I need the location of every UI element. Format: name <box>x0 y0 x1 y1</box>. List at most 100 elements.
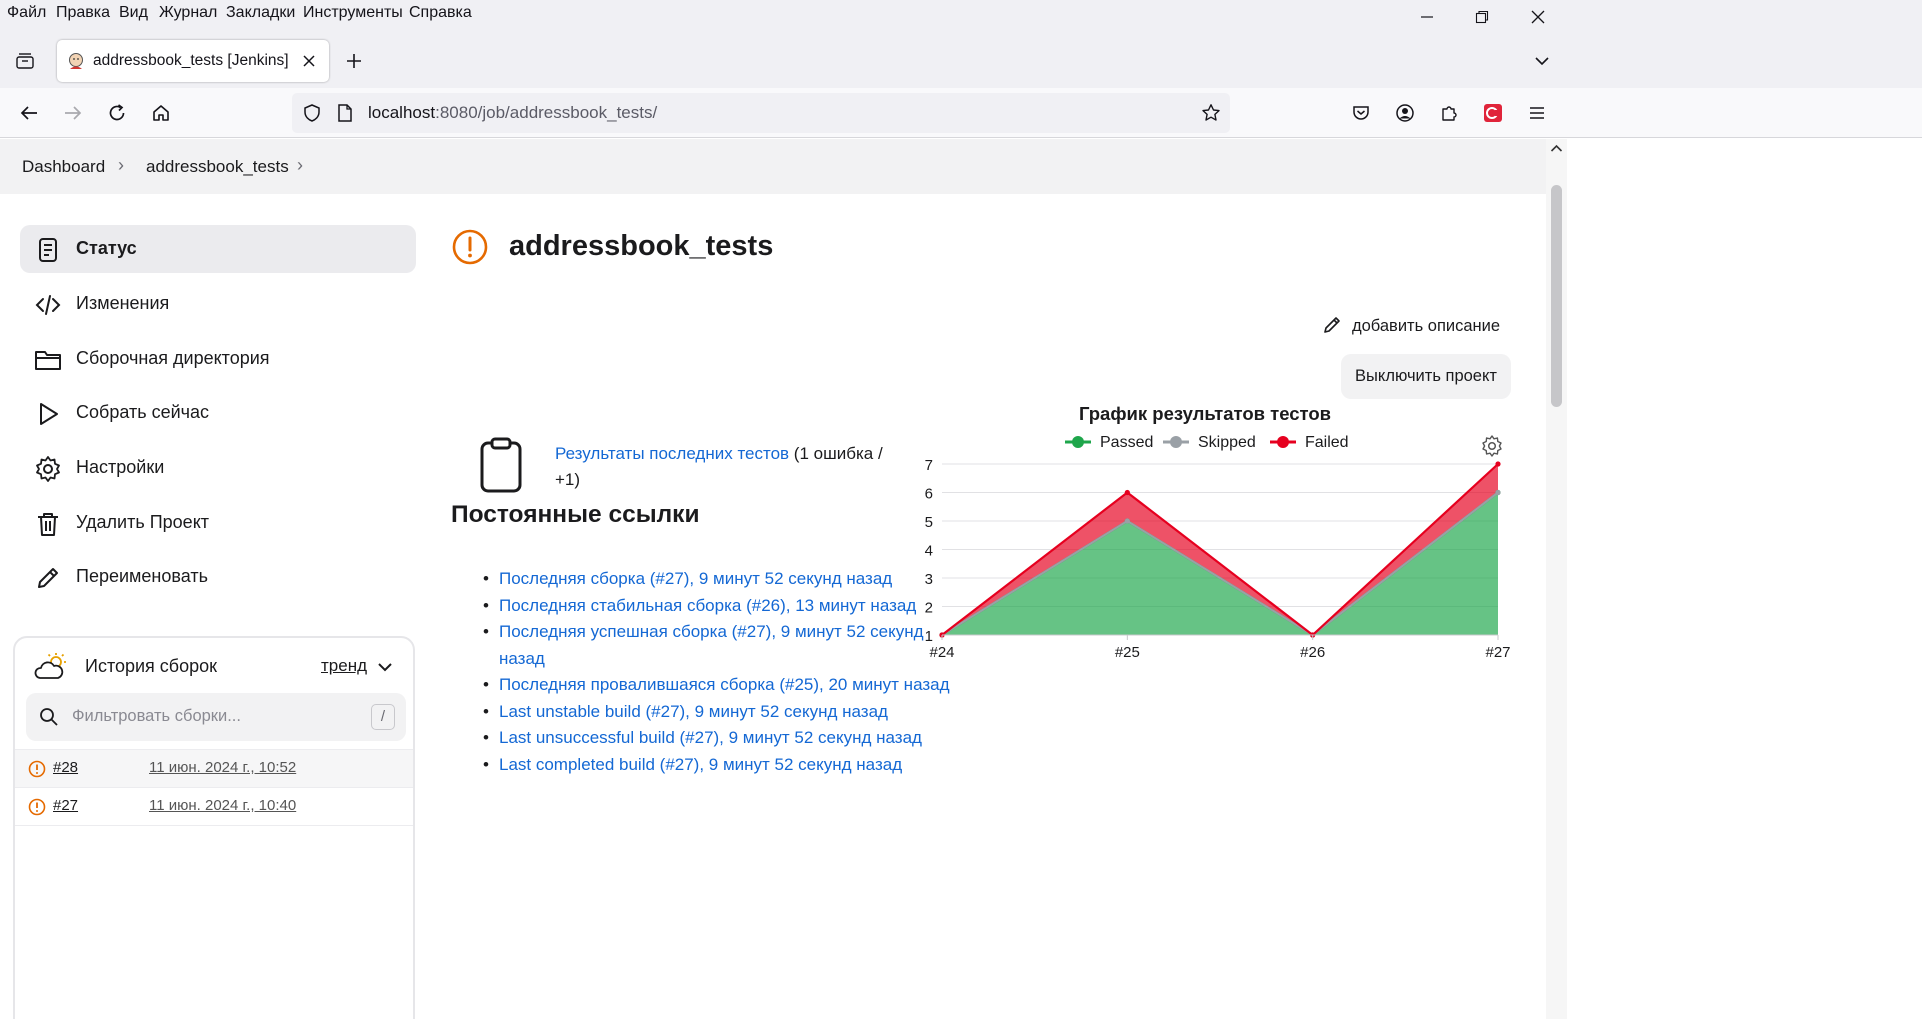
y-tick-label: 5 <box>925 514 933 531</box>
minimize-icon <box>1421 16 1433 18</box>
minimize-button[interactable] <box>1400 2 1454 32</box>
bookmark-star-icon[interactable] <box>1201 103 1221 123</box>
extension-red-button[interactable] <box>1479 99 1507 127</box>
code-icon <box>35 295 61 315</box>
reload-icon <box>109 104 125 121</box>
list-item[interactable]: Last completed build (#27), 9 минут 52 с… <box>483 752 953 779</box>
clipboard-icon <box>480 437 522 493</box>
list-item[interactable]: Последняя провалившаяся сборка (#25), 20… <box>483 672 953 699</box>
y-tick-label: 3 <box>925 571 933 588</box>
sidebar-item-configure[interactable]: Настройки <box>20 444 416 492</box>
build-row[interactable]: #27 11 июн. 2024 г., 10:40 <box>15 787 413 825</box>
permalink-last-successful[interactable]: Последняя успешная сборка (#27), 9 минут… <box>499 622 924 668</box>
trend-link[interactable]: тренд <box>321 656 367 676</box>
menu-help[interactable]: Справка <box>409 4 472 22</box>
restore-button[interactable] <box>1455 2 1509 32</box>
build-number-link[interactable]: #27 <box>53 797 78 814</box>
disable-project-button[interactable]: Выключить проект <box>1341 354 1511 399</box>
y-tick-label: 6 <box>925 486 933 503</box>
permalinks-list: Последняя сборка (#27), 9 минут 52 секун… <box>483 566 953 778</box>
scrollbar-thumb[interactable] <box>1551 185 1562 407</box>
menu-view[interactable]: Вид <box>119 4 148 22</box>
menu-bookmarks[interactable]: Закладки <box>226 4 295 22</box>
close-tab-icon[interactable] <box>302 54 316 68</box>
list-item[interactable]: Last unsuccessful build (#27), 9 минут 5… <box>483 725 953 752</box>
legend-label: Passed <box>1100 434 1153 451</box>
page-scrollbar[interactable] <box>1546 139 1567 1019</box>
breadcrumb-chevron-icon[interactable]: › <box>118 155 124 176</box>
legend-marker <box>1170 436 1182 448</box>
restore-icon <box>1475 10 1489 24</box>
url-bar[interactable]: localhost:8080/job/addressbook_tests/ <box>292 93 1230 133</box>
unstable-status-icon <box>28 760 46 778</box>
breadcrumb-job[interactable]: addressbook_tests <box>146 157 289 177</box>
build-date-link[interactable]: 11 июн. 2024 г., 10:52 <box>149 759 296 776</box>
pencil-icon <box>1324 317 1340 333</box>
sidebar-item-label: Собрать сейчас <box>76 402 210 422</box>
url-text[interactable]: localhost:8080/job/addressbook_tests/ <box>368 103 657 123</box>
data-point-skipped <box>1495 489 1501 496</box>
sidebar-item-build-now[interactable]: Собрать сейчас <box>20 389 416 437</box>
latest-test-results-link[interactable]: Результаты последних тестов <box>555 444 789 463</box>
menu-file[interactable]: Файл <box>7 4 46 22</box>
filter-builds-input[interactable]: Фильтровать сборки... / <box>26 693 406 741</box>
extensions-button[interactable] <box>1435 99 1463 127</box>
app-menu-button[interactable] <box>1523 99 1551 127</box>
permalink-last-build[interactable]: Последняя сборка (#27), 9 минут 52 секун… <box>499 569 892 588</box>
y-tick-label: 7 <box>925 457 933 474</box>
filter-placeholder: Фильтровать сборки... <box>72 707 241 725</box>
account-button[interactable] <box>1391 99 1419 127</box>
list-all-tabs-button[interactable] <box>1528 47 1556 75</box>
permalink-last-stable[interactable]: Последняя стабильная сборка (#26), 13 ми… <box>499 596 916 615</box>
tab-overview-button[interactable] <box>11 47 39 75</box>
sidebar-item-workspace[interactable]: Сборочная директория <box>20 335 416 383</box>
permalink-last-unstable[interactable]: Last unstable build (#27), 9 минут 52 се… <box>499 702 888 721</box>
close-window-button[interactable] <box>1511 2 1565 32</box>
tab-title: addressbook_tests [Jenkins] <box>93 52 289 69</box>
reload-button[interactable] <box>103 99 131 127</box>
build-date-link[interactable]: 11 июн. 2024 г., 10:40 <box>149 797 296 814</box>
menu-edit[interactable]: Правка <box>56 4 110 22</box>
legend-label: Skipped <box>1198 434 1256 451</box>
build-number-link[interactable]: #28 <box>53 759 78 776</box>
build-row[interactable]: #28 11 июн. 2024 г., 10:52 <box>15 749 413 787</box>
pocket-icon <box>1353 106 1369 120</box>
sidebar-item-changes[interactable]: Изменения <box>20 280 416 328</box>
sidebar-item-status[interactable]: Статус <box>20 225 416 273</box>
sidebar-item-rename[interactable]: Переименовать <box>20 553 416 601</box>
permalink-last-failed[interactable]: Последняя провалившаяся сборка (#25), 20… <box>499 675 950 694</box>
chevron-down-icon[interactable] <box>377 659 393 675</box>
trash-icon <box>38 513 58 536</box>
breadcrumb-chevron-icon[interactable]: › <box>297 155 303 176</box>
test-results-trend-chart: 1 2 3 4 5 6 7 #24 #25 #26 #27 Passed Skipped Failed <box>925 434 1511 661</box>
page-info-icon[interactable] <box>336 103 354 123</box>
jenkins-favicon-icon <box>69 53 83 69</box>
permalink-last-unsuccessful[interactable]: Last unsuccessful build (#27), 9 минут 5… <box>499 728 922 747</box>
page-title: addressbook_tests <box>509 230 774 262</box>
new-tab-button[interactable] <box>340 47 368 75</box>
sidebar-item-delete[interactable]: Удалить Проект <box>20 499 416 547</box>
search-icon <box>40 708 58 726</box>
x-tick-label: #24 <box>929 644 954 661</box>
back-button[interactable] <box>15 99 43 127</box>
list-item[interactable]: Последняя сборка (#27), 9 минут 52 секун… <box>483 566 953 593</box>
tab-addressbook[interactable]: addressbook_tests [Jenkins] <box>57 40 329 82</box>
close-icon <box>1531 10 1545 24</box>
permalink-last-completed[interactable]: Last completed build (#27), 9 минут 52 с… <box>499 755 902 774</box>
menu-tools[interactable]: Инструменты <box>303 4 403 22</box>
shield-icon[interactable] <box>302 103 322 123</box>
sidebar-item-label: Настройки <box>76 457 165 477</box>
build-history-panel: История сборок тренд Фильтровать сборки.… <box>13 636 415 1019</box>
list-item[interactable]: Последняя стабильная сборка (#26), 13 ми… <box>483 593 953 620</box>
empty-area <box>1567 138 1922 1019</box>
scroll-up-arrow-icon[interactable] <box>1550 143 1563 153</box>
add-description-label: добавить описание <box>1352 317 1501 335</box>
home-button[interactable] <box>147 99 175 127</box>
menu-history[interactable]: Журнал <box>159 4 217 22</box>
list-item[interactable]: Last unstable build (#27), 9 минут 52 се… <box>483 699 953 726</box>
list-item[interactable]: Последняя успешная сборка (#27), 9 минут… <box>483 619 953 672</box>
forward-button[interactable] <box>59 99 87 127</box>
pocket-button[interactable] <box>1347 99 1375 127</box>
breadcrumb-dashboard[interactable]: Dashboard <box>22 157 105 177</box>
breadcrumb: Dashboard › addressbook_tests › <box>0 139 1546 194</box>
